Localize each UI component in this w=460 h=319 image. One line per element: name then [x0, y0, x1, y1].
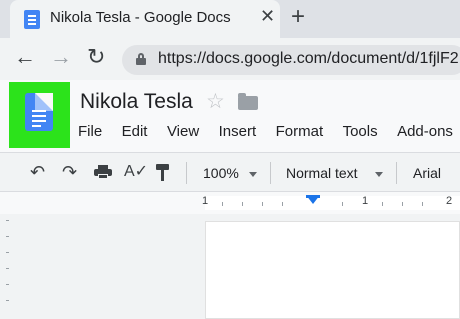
document-canvas — [0, 214, 460, 319]
browser-tab-strip: Nikola Tesla - Google Docs ✕ + — [0, 0, 460, 38]
vertical-ruler-tick — [6, 268, 9, 269]
docs-favicon-icon — [24, 10, 40, 29]
browser-tab[interactable]: Nikola Tesla - Google Docs ✕ — [10, 0, 280, 38]
vertical-ruler-tick — [6, 284, 9, 285]
ruler-tick — [422, 202, 423, 206]
ruler-tick — [382, 202, 383, 206]
ruler-label: 2 — [446, 195, 453, 207]
zoom-select[interactable]: 100% — [203, 165, 239, 181]
ruler-label: 1 — [202, 195, 209, 207]
document-page[interactable] — [205, 221, 460, 319]
ruler-tick — [222, 202, 223, 206]
new-tab-button[interactable]: + — [291, 3, 305, 31]
font-select[interactable]: Arial — [413, 165, 441, 181]
google-docs-logo-icon[interactable] — [25, 93, 53, 131]
undo-icon[interactable]: ↶ — [30, 163, 45, 181]
vertical-ruler-tick — [6, 236, 9, 237]
style-dropdown-icon[interactable] — [375, 172, 383, 177]
forward-arrow-icon[interactable]: → — [50, 44, 72, 70]
back-arrow-icon[interactable]: ← — [14, 44, 36, 70]
docs-header: Nikola Tesla ☆ File Edit View Insert For… — [0, 80, 460, 152]
ruler-tick — [282, 202, 283, 206]
vertical-ruler-tick — [6, 252, 9, 253]
vertical-ruler-tick — [6, 220, 9, 221]
vertical-ruler-tick — [6, 300, 9, 301]
reload-icon[interactable]: ↻ — [87, 44, 105, 70]
menu-add-ons[interactable]: Add-ons — [397, 123, 453, 140]
menu-format[interactable]: Format — [276, 123, 324, 140]
left-indent-handle[interactable] — [306, 195, 320, 204]
address-bar[interactable]: https://docs.google.com/document/d/1fjlF… — [122, 45, 460, 75]
redo-icon[interactable]: ↷ — [62, 163, 77, 181]
menu-bar: File Edit View Insert Format Tools Add-o… — [78, 123, 460, 145]
ruler-tick — [242, 202, 243, 206]
url-text[interactable]: https://docs.google.com/document/d/1fjlF… — [158, 50, 459, 68]
horizontal-ruler: 1 1 2 — [0, 192, 460, 214]
menu-file[interactable]: File — [78, 123, 102, 140]
menu-insert[interactable]: Insert — [219, 123, 257, 140]
tab-title: Nikola Tesla - Google Docs — [50, 9, 231, 26]
toolbar-divider — [186, 162, 187, 184]
ruler-label: 1 — [362, 195, 369, 207]
formatting-toolbar: ↶ ↷ A✓ 100% Normal text Arial — [0, 152, 460, 192]
spellcheck-icon[interactable]: A✓ — [124, 163, 148, 181]
menu-edit[interactable]: Edit — [122, 123, 148, 140]
menu-view[interactable]: View — [167, 123, 199, 140]
document-title[interactable]: Nikola Tesla — [80, 90, 193, 114]
ruler-tick — [262, 202, 263, 206]
star-icon[interactable]: ☆ — [206, 89, 225, 114]
logo-highlight-box — [9, 82, 70, 148]
print-icon[interactable] — [94, 165, 112, 179]
paint-format-icon[interactable] — [156, 164, 172, 182]
paragraph-style-select[interactable]: Normal text — [286, 165, 358, 181]
zoom-dropdown-icon[interactable] — [249, 172, 257, 177]
ruler-tick — [402, 202, 403, 206]
menu-tools[interactable]: Tools — [343, 123, 378, 140]
lock-icon[interactable] — [136, 53, 146, 65]
toolbar-divider — [270, 162, 271, 184]
close-tab-icon[interactable]: ✕ — [260, 6, 275, 27]
toolbar-divider — [396, 162, 397, 184]
ruler-tick — [342, 202, 343, 206]
browser-toolbar: ← → ↻ https://docs.google.com/document/d… — [0, 38, 460, 80]
vertical-ruler — [2, 214, 12, 319]
folder-icon[interactable] — [238, 93, 258, 110]
